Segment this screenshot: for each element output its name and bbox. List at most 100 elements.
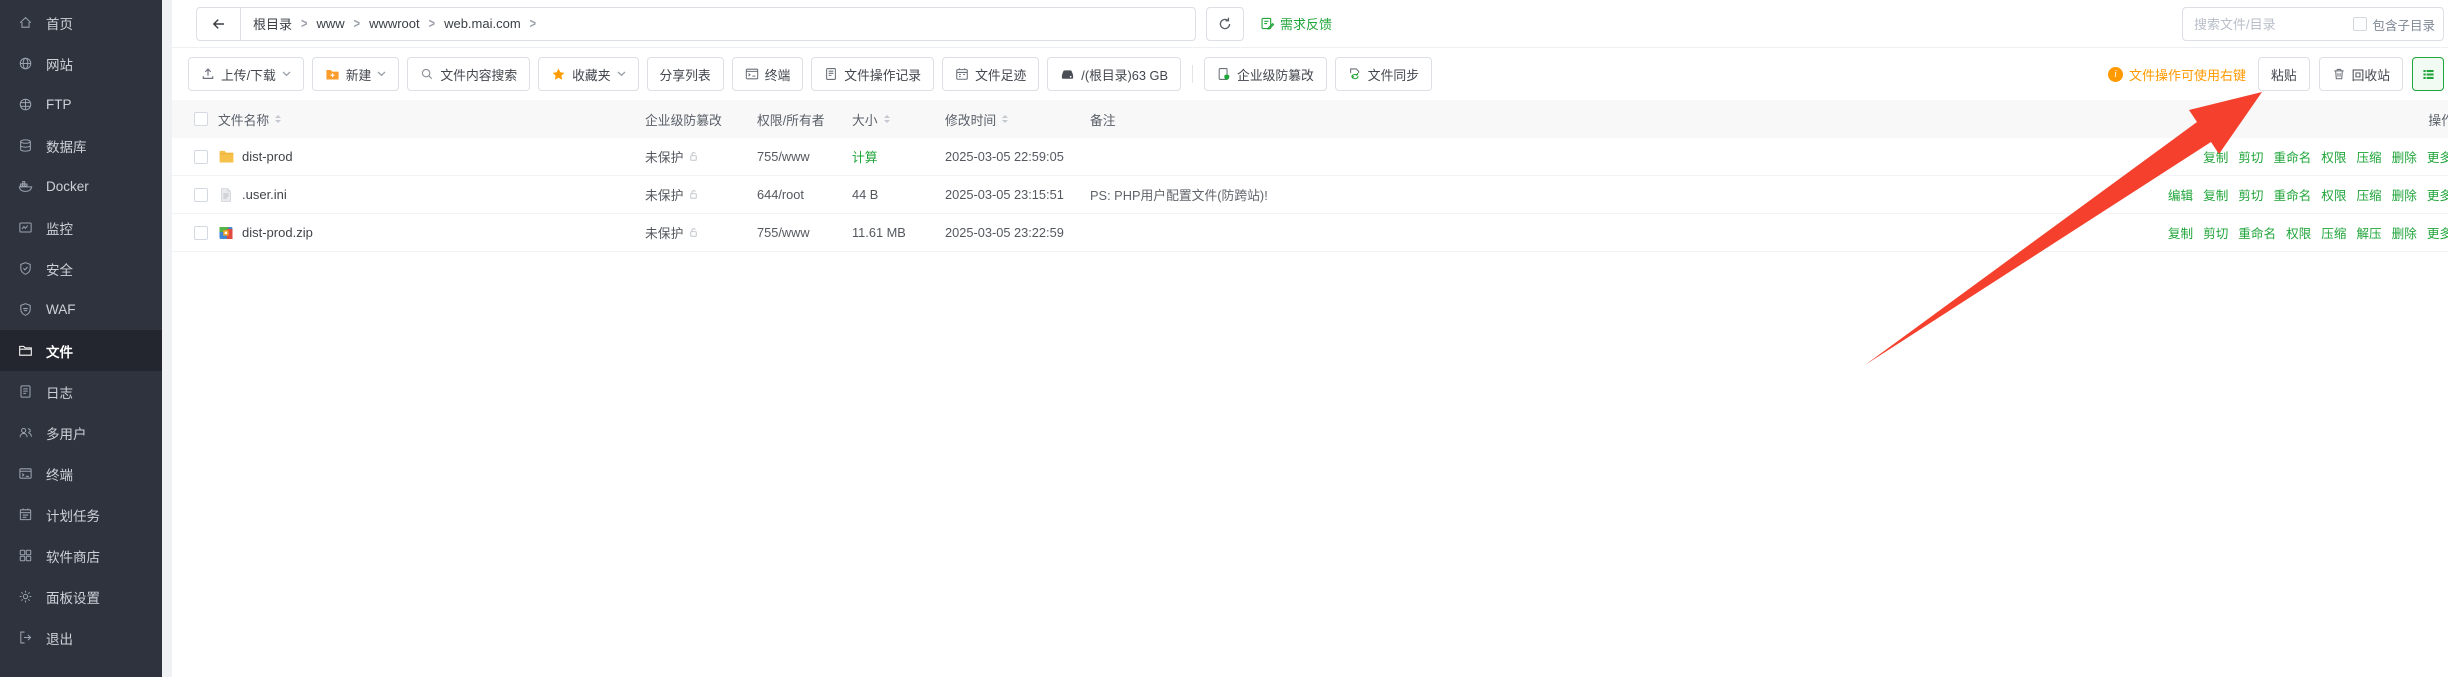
action-copy[interactable]: 复制: [2203, 185, 2228, 204]
header-modified-time[interactable]: 修改时间: [945, 100, 1008, 138]
sidebar-item-ftp[interactable]: FTP: [0, 84, 162, 125]
file-name[interactable]: .user.ini: [242, 176, 287, 213]
action-copy[interactable]: 复制: [2168, 223, 2193, 242]
sidebar-item-security[interactable]: 安全: [0, 248, 162, 289]
app-grid-icon: [18, 548, 33, 563]
tamper-status[interactable]: 未保护: [645, 138, 700, 175]
gear-icon: [18, 589, 33, 604]
action-copy[interactable]: 复制: [2203, 147, 2228, 166]
content-search-button[interactable]: 文件内容搜索: [407, 57, 530, 91]
sidebar: 首页 网站 FTP 数据库 Docker 监控 安全 WAF 文件 日志 多用户: [0, 0, 162, 677]
trash-icon: [2332, 67, 2346, 81]
header-file-name[interactable]: 文件名称: [218, 100, 281, 138]
select-all-checkbox[interactable]: [194, 100, 208, 138]
file-operation-log-button[interactable]: 文件操作记录: [811, 57, 934, 91]
search-input[interactable]: [2185, 17, 2353, 32]
sidebar-item-cron[interactable]: 计划任务: [0, 494, 162, 535]
upload-download-button[interactable]: 上传/下载: [188, 57, 304, 91]
toolbar-right: i 文件操作可使用右键 粘贴 回收站: [2108, 48, 2444, 100]
back-button[interactable]: [197, 8, 241, 40]
include-subdir-option[interactable]: 包含子目录: [2353, 15, 2435, 34]
breadcrumb-root[interactable]: 根目录: [253, 14, 292, 33]
row-checkbox[interactable]: [194, 214, 208, 251]
sidebar-item-logout[interactable]: 退出: [0, 617, 162, 658]
breadcrumb-site[interactable]: web.mai.com: [444, 16, 521, 31]
sidebar-item-logs[interactable]: 日志: [0, 371, 162, 412]
sidebar-item-label: 网站: [46, 54, 73, 74]
terminal-button[interactable]: 终端: [732, 57, 804, 91]
sidebar-item-settings[interactable]: 面板设置: [0, 576, 162, 617]
disk-usage-button[interactable]: /(根目录)63 GB: [1047, 57, 1181, 91]
action-compress[interactable]: 压缩: [2356, 185, 2381, 204]
table-row[interactable]: dist-prod.zip 未保护 755/www 11.61 MB 2025-…: [172, 214, 2448, 252]
sidebar-item-files[interactable]: 文件: [0, 330, 162, 371]
paste-button[interactable]: 粘贴: [2258, 57, 2310, 91]
sidebar-item-docker[interactable]: Docker: [0, 166, 162, 207]
breadcrumb-www[interactable]: www: [316, 16, 344, 31]
favorites-button[interactable]: 收藏夹: [538, 57, 638, 91]
sidebar-item-terminal[interactable]: 终端: [0, 453, 162, 494]
modified-time: 2025-03-05 23:22:59: [945, 214, 1064, 251]
table-row[interactable]: dist-prod 未保护 755/www 计算 2025-03-05 22:5…: [172, 138, 2448, 176]
action-delete[interactable]: 删除: [2392, 185, 2417, 204]
action-more[interactable]: 更多: [2427, 223, 2448, 242]
terminal-icon: [18, 466, 33, 481]
file-footprint-button[interactable]: 文件足迹: [942, 57, 1039, 91]
action-more[interactable]: 更多: [2427, 185, 2448, 204]
sort-icon[interactable]: [275, 112, 281, 126]
modified-time: 2025-03-05 22:59:05: [945, 138, 1064, 175]
tamper-status[interactable]: 未保护: [645, 214, 700, 251]
action-rename[interactable]: 重命名: [2273, 185, 2311, 204]
feedback-link[interactable]: 需求反馈: [1260, 14, 1332, 33]
header-size[interactable]: 大小: [852, 100, 890, 138]
action-cut[interactable]: 剪切: [2238, 185, 2263, 204]
list-view-toggle-button[interactable]: [2412, 57, 2444, 91]
action-cut[interactable]: 剪切: [2238, 147, 2263, 166]
action-compress[interactable]: 压缩: [2356, 147, 2381, 166]
action-cut[interactable]: 剪切: [2203, 223, 2228, 242]
ini-file-icon: [218, 176, 234, 213]
sidebar-item-waf[interactable]: WAF: [0, 289, 162, 330]
tamper-status[interactable]: 未保护: [645, 176, 700, 213]
list-view-icon: [2421, 67, 2436, 82]
file-size: 44 B: [852, 176, 878, 213]
action-delete[interactable]: 删除: [2392, 147, 2417, 166]
share-list-button[interactable]: 分享列表: [647, 57, 724, 91]
right-click-tip: i 文件操作可使用右键: [2108, 65, 2246, 84]
action-edit[interactable]: 编辑: [2168, 185, 2193, 204]
new-button[interactable]: 新建: [312, 57, 400, 91]
action-unzip[interactable]: 解压: [2356, 223, 2381, 242]
action-rename[interactable]: 重命名: [2238, 223, 2276, 242]
button-label: 新建: [346, 65, 372, 84]
row-checkbox[interactable]: [194, 176, 208, 213]
refresh-button[interactable]: [1206, 7, 1244, 41]
table-row[interactable]: .user.ini 未保护 644/root 44 B 2025-03-05 2…: [172, 176, 2448, 214]
sort-icon[interactable]: [1002, 112, 1008, 126]
file-sync-button[interactable]: 文件同步: [1335, 57, 1432, 91]
sidebar-item-multiuser[interactable]: 多用户: [0, 412, 162, 453]
action-permission[interactable]: 权限: [2321, 185, 2346, 204]
sidebar-item-home[interactable]: 首页: [0, 2, 162, 43]
sidebar-item-monitor[interactable]: 监控: [0, 207, 162, 248]
tip-label: 文件操作可使用右键: [2129, 65, 2246, 84]
action-delete[interactable]: 删除: [2392, 223, 2417, 242]
action-permission[interactable]: 权限: [2286, 223, 2311, 242]
file-name[interactable]: dist-prod.zip: [242, 214, 313, 251]
sidebar-item-database[interactable]: 数据库: [0, 125, 162, 166]
breadcrumb-wwwroot[interactable]: wwwroot: [369, 16, 420, 31]
action-permission[interactable]: 权限: [2321, 147, 2346, 166]
sort-icon[interactable]: [884, 112, 890, 126]
sidebar-item-website[interactable]: 网站: [0, 43, 162, 84]
recycle-bin-button[interactable]: 回收站: [2319, 57, 2403, 91]
sidebar-item-appstore[interactable]: 软件商店: [0, 535, 162, 576]
tamper-proof-button[interactable]: 企业级防篡改: [1204, 57, 1327, 91]
row-checkbox[interactable]: [194, 138, 208, 175]
action-more[interactable]: 更多: [2427, 147, 2448, 166]
include-subdir-checkbox[interactable]: [2353, 17, 2367, 31]
size-calc-link[interactable]: 计算: [852, 138, 878, 175]
note[interactable]: PS: PHP用户配置文件(防跨站)!: [1090, 176, 1268, 213]
sidebar-item-label: 终端: [46, 464, 73, 484]
action-compress[interactable]: 压缩: [2321, 223, 2346, 242]
file-name[interactable]: dist-prod: [242, 138, 293, 175]
action-rename[interactable]: 重命名: [2273, 147, 2311, 166]
